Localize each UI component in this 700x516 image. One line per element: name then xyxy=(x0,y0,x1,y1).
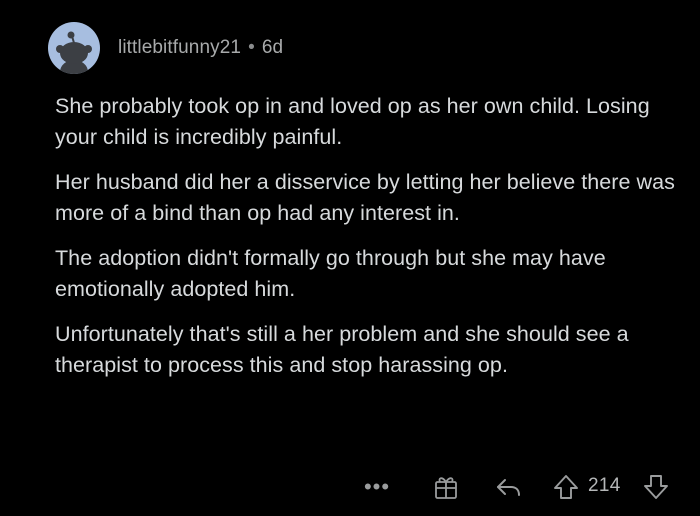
upvote-icon xyxy=(554,475,578,499)
comment-actions: ••• 214 xyxy=(0,470,700,504)
comment-paragraph: She probably took op in and loved op as … xyxy=(55,94,650,149)
comment-age: 6d xyxy=(261,37,284,58)
meta-separator: • xyxy=(248,37,255,58)
more-icon: ••• xyxy=(363,474,391,499)
downvote-icon xyxy=(644,475,668,499)
more-options-button[interactable]: ••• xyxy=(362,474,392,500)
snoo-icon xyxy=(56,31,92,74)
comment-header: littlebitfunny21 • 6d xyxy=(48,22,283,74)
comment-meta: littlebitfunny21 • 6d xyxy=(118,37,283,59)
upvote-button[interactable] xyxy=(551,472,581,502)
comment-paragraph: Unfortunately that's still a her problem… xyxy=(55,322,629,377)
comment-paragraph: Her husband did her a disservice by lett… xyxy=(55,170,675,225)
comment-body: She probably took op in and loved op as … xyxy=(55,91,685,395)
username[interactable]: littlebitfunny21 xyxy=(118,37,241,59)
award-button[interactable] xyxy=(431,472,461,502)
award-icon xyxy=(435,477,457,499)
comment: littlebitfunny21 • 6d She probably took … xyxy=(0,0,700,516)
reply-icon xyxy=(497,479,520,496)
vote-count: 214 xyxy=(588,475,621,496)
comment-paragraph: The adoption didn't formally go through … xyxy=(55,246,606,301)
downvote-button[interactable] xyxy=(641,472,671,502)
reply-button[interactable] xyxy=(493,472,523,502)
avatar[interactable] xyxy=(48,22,100,74)
